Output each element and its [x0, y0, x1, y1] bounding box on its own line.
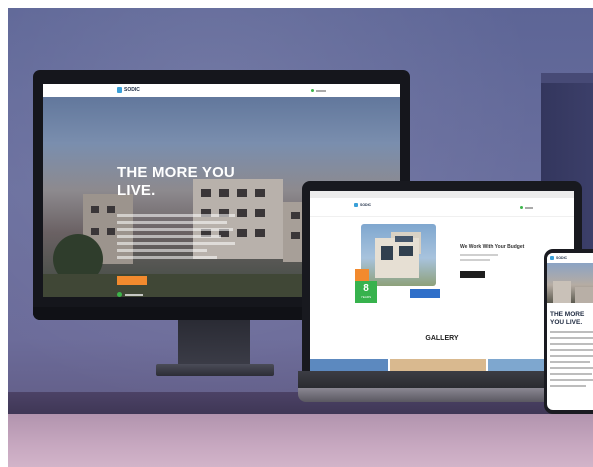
laptop: SODIC 8 YEARS We Work With Your Budget G…: [302, 181, 582, 371]
budget-cta-button[interactable]: [460, 271, 485, 278]
logo-icon: [354, 203, 358, 207]
budget-text-lines: [460, 254, 520, 264]
laptop-logo[interactable]: SODIC: [354, 203, 371, 207]
experience-badge: 8 YEARS: [355, 281, 377, 303]
monitor-stand: [178, 320, 250, 366]
gallery-image[interactable]: [310, 359, 388, 371]
desktop-call-link[interactable]: [117, 292, 143, 297]
device-mockup-scene: SODIC THE MORE YOU LIVE. SODIC 8 YEARS W…: [8, 8, 593, 467]
smartphone: SODIC THE MORE YOU LIVE.: [544, 249, 593, 414]
logo-icon: [550, 256, 554, 260]
phone-site-header: SODIC: [547, 253, 593, 263]
desktop-logo[interactable]: SODIC: [117, 87, 140, 93]
laptop-site-header: SODIC: [310, 198, 574, 217]
desktop-hero-title: THE MORE YOU LIVE.: [117, 164, 235, 199]
logo-icon: [117, 87, 122, 93]
phone-screen: SODIC THE MORE YOU LIVE.: [547, 253, 593, 410]
language-icon[interactable]: [311, 89, 314, 92]
gallery-image[interactable]: [390, 359, 486, 371]
phone-call-icon: [117, 292, 122, 297]
browser-bar: [310, 191, 574, 198]
language-icon[interactable]: [520, 206, 523, 209]
phone-text-lines: [550, 331, 593, 391]
phone-hero-image: [547, 263, 593, 303]
promo-badge: [355, 269, 369, 281]
desktop-hero-text-lines: [117, 214, 237, 263]
house-cta-button[interactable]: [410, 289, 440, 298]
budget-heading: We Work With Your Budget: [460, 244, 525, 250]
floor: [8, 414, 593, 467]
phone-logo[interactable]: SODIC: [550, 256, 567, 260]
phone-hero-title: THE MORE YOU LIVE.: [550, 311, 585, 326]
house-photo: [361, 224, 436, 286]
gallery-heading: GALLERY: [425, 335, 459, 342]
laptop-screen: SODIC 8 YEARS We Work With Your Budget G…: [310, 191, 574, 371]
desktop-site-header: SODIC: [43, 84, 400, 97]
desktop-cta-button[interactable]: [117, 276, 147, 285]
